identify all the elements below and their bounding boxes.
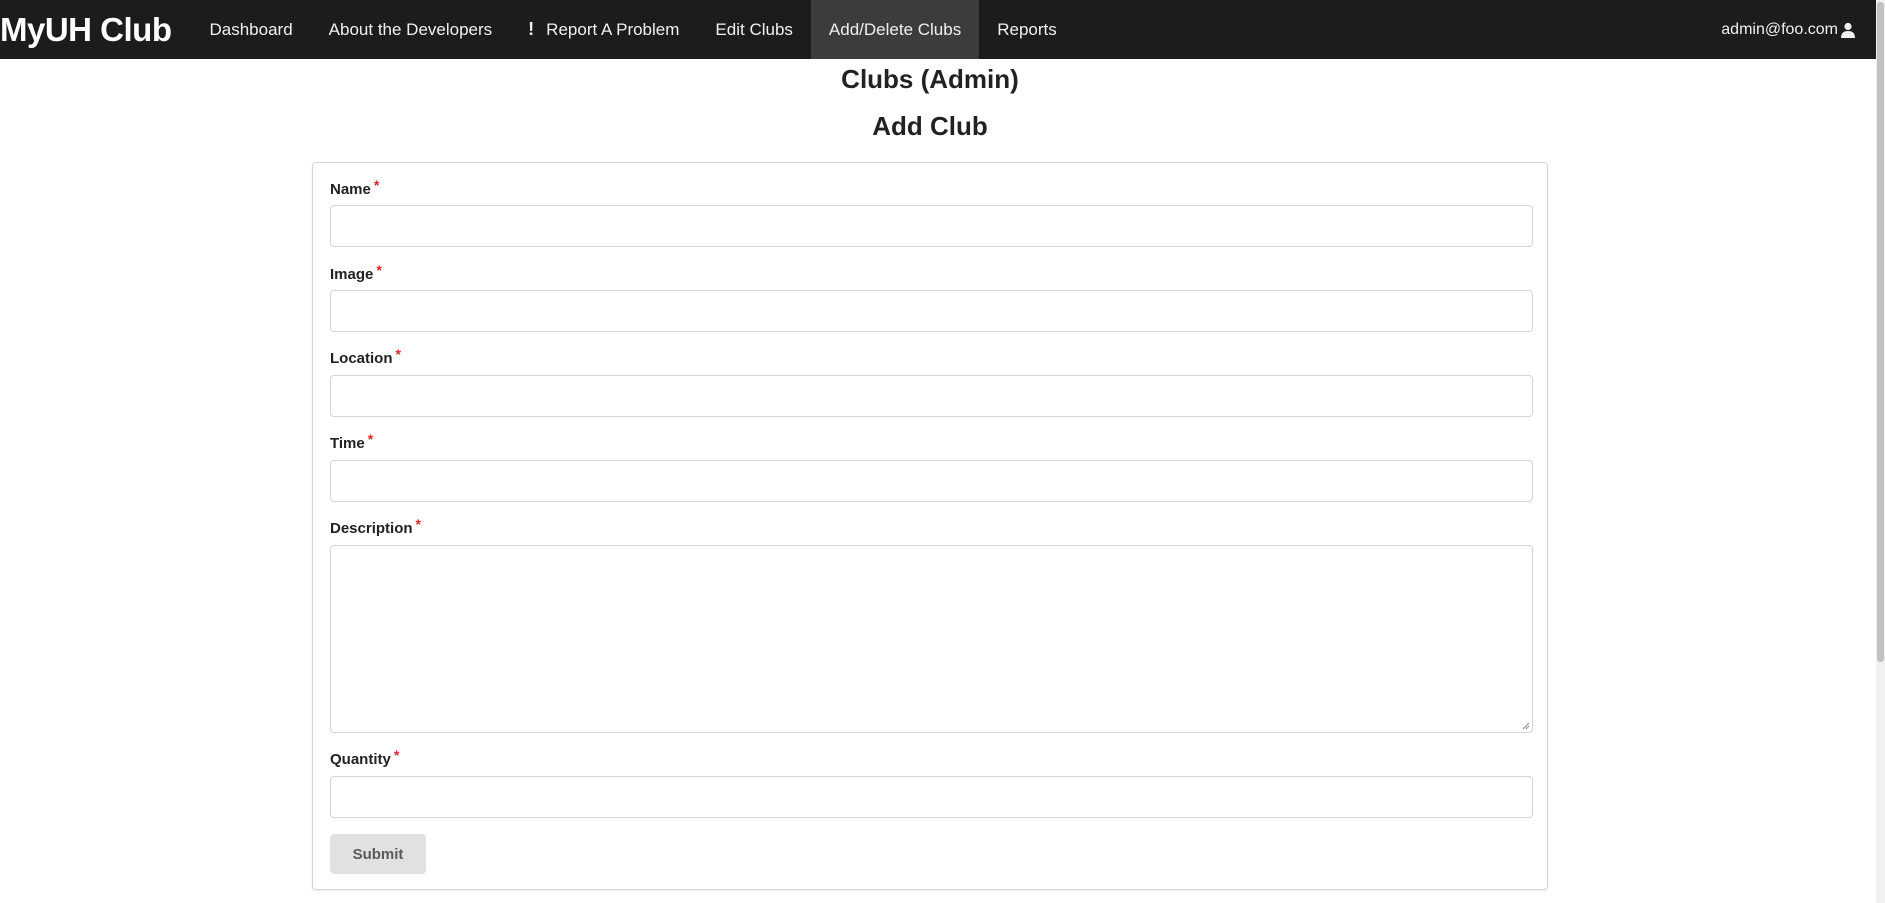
- nav-report-problem-label: Report A Problem: [546, 20, 680, 39]
- scrollbar-thumb[interactable]: [1877, 2, 1884, 662]
- location-label: Location *: [330, 346, 401, 367]
- location-label-text: Location: [330, 350, 393, 367]
- nav-about-developers-label: About the Developers: [328, 20, 493, 39]
- resize-grip-icon[interactable]: [1522, 722, 1530, 730]
- time-input[interactable]: [330, 460, 1533, 502]
- image-input[interactable]: [330, 290, 1533, 332]
- user-icon: [1841, 22, 1855, 38]
- image-label: Image *: [330, 262, 382, 283]
- nav-about-developers[interactable]: About the Developers: [311, 0, 511, 59]
- time-label: Time *: [330, 431, 373, 452]
- quantity-label: Quantity *: [330, 747, 399, 768]
- quantity-label-text: Quantity: [330, 751, 391, 768]
- required-marker: *: [376, 262, 382, 278]
- description-label-text: Description: [330, 520, 413, 537]
- user-menu[interactable]: admin@foo.com: [1721, 21, 1876, 39]
- quantity-input[interactable]: [330, 776, 1533, 818]
- description-textarea[interactable]: [330, 545, 1533, 733]
- brand-logo[interactable]: MyUH Club: [0, 0, 192, 59]
- nav-dashboard-label: Dashboard: [209, 20, 293, 39]
- required-marker: *: [393, 747, 400, 763]
- nav-edit-clubs-label: Edit Clubs: [715, 20, 793, 39]
- name-input[interactable]: [330, 205, 1533, 247]
- nav-dashboard[interactable]: Dashboard: [192, 0, 311, 59]
- image-label-text: Image: [330, 266, 374, 283]
- form-title: Add Club: [872, 111, 988, 141]
- top-navbar: MyUH Club Dashboard About the Developers…: [0, 0, 1876, 59]
- name-label: Name *: [330, 177, 379, 198]
- nav-reports[interactable]: Reports: [979, 0, 1075, 59]
- page-title: Clubs (Admin): [841, 64, 1019, 94]
- required-marker: *: [415, 516, 421, 532]
- nav-reports-label: Reports: [997, 20, 1057, 39]
- required-marker: *: [395, 346, 401, 362]
- nav-add-delete-clubs-label: Add/Delete Clubs: [828, 20, 962, 39]
- required-marker: *: [367, 431, 374, 447]
- page-scrollbar[interactable]: [1876, 0, 1885, 903]
- name-label-text: Name: [330, 181, 371, 198]
- description-label: Description *: [330, 516, 421, 537]
- add-club-form: Name * Image * Location * Time * Description…: [312, 162, 1548, 890]
- nav-report-problem[interactable]: ! Report A Problem: [510, 0, 697, 59]
- required-marker: *: [373, 177, 380, 193]
- location-input[interactable]: [330, 375, 1533, 417]
- time-label-text: Time: [330, 435, 365, 452]
- exclamation-icon: !: [528, 19, 535, 39]
- nav-edit-clubs[interactable]: Edit Clubs: [697, 0, 810, 59]
- submit-button[interactable]: Submit: [330, 834, 426, 874]
- user-email: admin@foo.com: [1721, 20, 1838, 38]
- nav-add-delete-clubs[interactable]: Add/Delete Clubs: [810, 0, 980, 59]
